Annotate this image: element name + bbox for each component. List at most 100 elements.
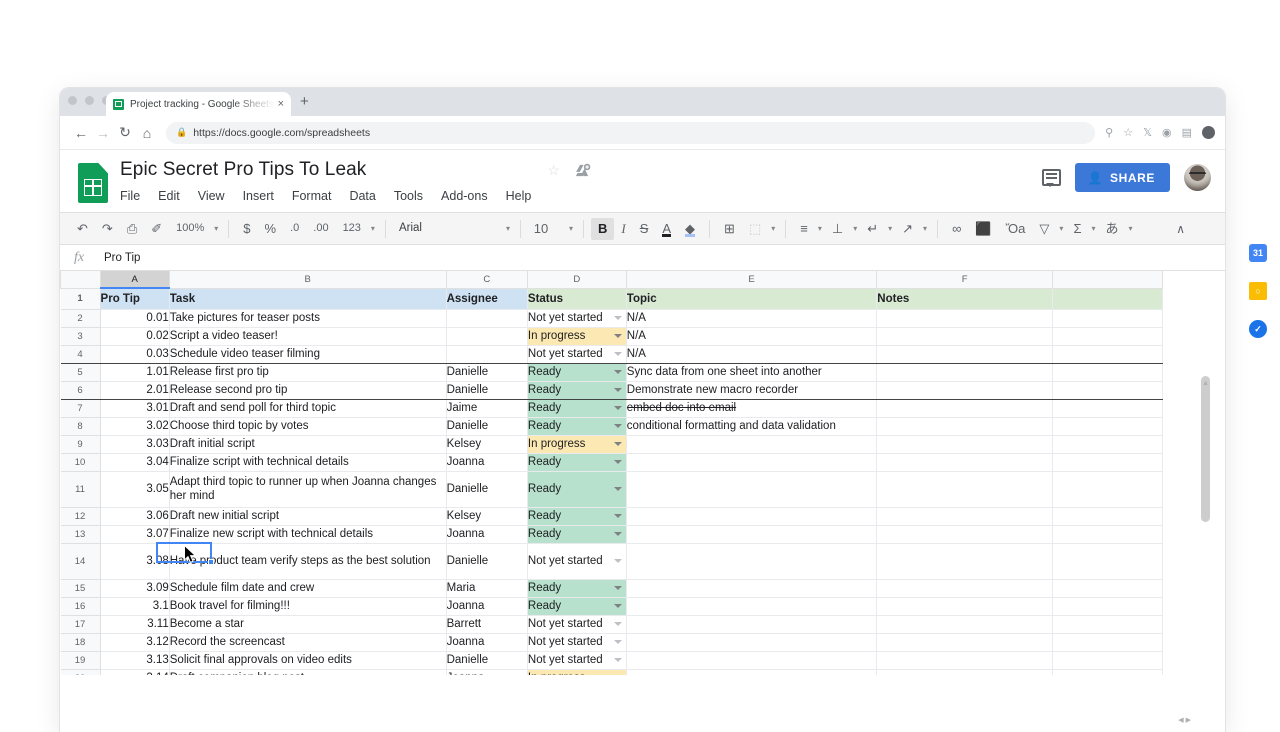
cell-c15[interactable]: Maria: [445, 578, 528, 598]
cell-g7[interactable]: [1052, 398, 1163, 418]
cell-g10[interactable]: [1052, 452, 1163, 472]
row-header[interactable]: 8: [60, 416, 101, 436]
cell-g11[interactable]: [1052, 470, 1163, 508]
table-row[interactable]: 6 2.01 Release second pro tip Danielle Ready…: [60, 380, 1163, 400]
browser-tab[interactable]: Project tracking - Google Sheets ×: [106, 92, 291, 116]
column-header-e[interactable]: E: [625, 271, 878, 289]
cell-f19[interactable]: [876, 650, 1054, 670]
cell-c11[interactable]: Danielle: [445, 470, 528, 508]
column-header-f[interactable]: F: [876, 271, 1054, 289]
cell-c13[interactable]: Joanna: [445, 524, 528, 544]
cell-e14[interactable]: [625, 542, 878, 580]
avatar[interactable]: [1184, 164, 1211, 191]
cell-g1[interactable]: [1052, 287, 1163, 310]
cell-c12[interactable]: Kelsey: [445, 506, 528, 526]
cell-b12[interactable]: Draft new initial script: [168, 506, 447, 526]
cell-e7[interactable]: embed doc into email: [625, 398, 878, 418]
cell-d18[interactable]: Not yet started: [526, 632, 627, 652]
window-controls[interactable]: [68, 96, 111, 105]
cell-e20[interactable]: [625, 668, 878, 675]
spreadsheet-grid[interactable]: A B C D E F 1 Pro Tip Task Assignee Stat…: [60, 271, 1225, 675]
row-header[interactable]: 11: [60, 470, 101, 508]
cell-b5[interactable]: Release first pro tip: [168, 362, 447, 382]
menu-item-tools[interactable]: Tools: [394, 189, 423, 203]
print-icon[interactable]: ⎙: [120, 212, 144, 245]
cell-f16[interactable]: [876, 596, 1054, 616]
horizontal-scroll-arrows[interactable]: ◀▶: [1178, 716, 1193, 724]
cell-f20[interactable]: [876, 668, 1054, 675]
cell-d8[interactable]: Ready: [526, 416, 627, 436]
column-header-g[interactable]: [1052, 271, 1163, 289]
chevron-down-icon[interactable]: [613, 604, 622, 608]
chevron-down-icon[interactable]: [613, 334, 622, 338]
cell-d7[interactable]: Ready: [526, 398, 627, 418]
cell-g5[interactable]: [1052, 362, 1163, 382]
close-window-button[interactable]: [68, 96, 77, 105]
cell-b18[interactable]: Record the screencast: [168, 632, 447, 652]
rotation-chevron-down-icon[interactable]: ▾: [920, 212, 930, 245]
cell-a20[interactable]: 3.14: [99, 668, 170, 675]
cell-e3[interactable]: N/A: [625, 326, 878, 346]
cell-a3[interactable]: 0.02: [99, 326, 170, 346]
cell-d1[interactable]: Status: [526, 287, 627, 310]
cell-f18[interactable]: [876, 632, 1054, 652]
input-tools-button[interactable]: あ: [1099, 212, 1126, 245]
profile-icon[interactable]: [1202, 126, 1215, 139]
table-row[interactable]: 11 3.05 Adapt third topic to runner up whe…: [60, 470, 1163, 508]
row-header[interactable]: 3: [60, 326, 101, 346]
cell-b10[interactable]: Finalize script with technical details: [168, 452, 447, 472]
minimize-window-button[interactable]: [85, 96, 94, 105]
increase-decimal-button[interactable]: .00: [306, 212, 335, 245]
cell-g12[interactable]: [1052, 506, 1163, 526]
table-row[interactable]: 2 0.01 Take pictures for teaser posts Not y…: [60, 308, 1163, 328]
cell-g16[interactable]: [1052, 596, 1163, 616]
table-row[interactable]: 18 3.12 Record the screencast Joanna Not yet…: [60, 632, 1163, 652]
cell-g4[interactable]: [1052, 344, 1163, 364]
address-bar[interactable]: 🔒 https://docs.google.com/spreadsheets: [166, 121, 1096, 144]
keep-icon[interactable]: ○: [1249, 282, 1267, 300]
cell-d19[interactable]: Not yet started: [526, 650, 627, 670]
cell-d2[interactable]: Not yet started: [526, 308, 627, 328]
cell-e11[interactable]: [625, 470, 878, 508]
cell-f12[interactable]: [876, 506, 1054, 526]
font-family-select[interactable]: Arial: [393, 212, 459, 245]
home-icon[interactable]: ⌂: [136, 125, 158, 141]
cell-a6[interactable]: 2.01: [99, 380, 170, 400]
cell-a7[interactable]: 3.01: [99, 398, 170, 418]
table-row[interactable]: 15 3.09 Schedule film date and crew Maria Re…: [60, 578, 1163, 598]
row-header[interactable]: 17: [60, 614, 101, 634]
menu-item-format[interactable]: Format: [292, 189, 332, 203]
cell-g13[interactable]: [1052, 524, 1163, 544]
row-header[interactable]: 18: [60, 632, 101, 652]
chevron-down-icon[interactable]: [613, 370, 622, 374]
cell-c3[interactable]: [445, 326, 528, 346]
table-row[interactable]: 8 3.02 Choose third topic by votes Danielle…: [60, 416, 1163, 436]
cell-c20[interactable]: Joanna: [445, 668, 528, 675]
cell-g6[interactable]: [1052, 380, 1163, 400]
cell-f17[interactable]: [876, 614, 1054, 634]
table-row[interactable]: 7 3.01 Draft and send poll for third topic…: [60, 398, 1163, 418]
cell-a11[interactable]: 3.05: [99, 470, 170, 508]
table-row[interactable]: 3 0.02 Script a video teaser! In progress N/…: [60, 326, 1163, 346]
cell-e16[interactable]: [625, 596, 878, 616]
functions-chevron-down-icon[interactable]: ▾: [1088, 212, 1098, 245]
cell-e19[interactable]: [625, 650, 878, 670]
column-header-a[interactable]: A: [99, 271, 170, 289]
cell-e9[interactable]: [625, 434, 878, 454]
back-icon[interactable]: ←: [70, 125, 92, 141]
column-header-c[interactable]: C: [445, 271, 528, 289]
row-header[interactable]: 12: [60, 506, 101, 526]
cell-d15[interactable]: Ready: [526, 578, 627, 598]
cell-f13[interactable]: [876, 524, 1054, 544]
menu-item-edit[interactable]: Edit: [158, 189, 180, 203]
cell-b2[interactable]: Take pictures for teaser posts: [168, 308, 447, 328]
cell-e12[interactable]: [625, 506, 878, 526]
new-tab-button[interactable]: +: [300, 94, 309, 109]
row-header[interactable]: 6: [60, 380, 101, 400]
cell-c9[interactable]: Kelsey: [445, 434, 528, 454]
table-row[interactable]: 12 3.06 Draft new initial script Kelsey Read…: [60, 506, 1163, 526]
cell-d6[interactable]: Ready: [526, 380, 627, 400]
cell-f9[interactable]: [876, 434, 1054, 454]
formula-input[interactable]: Pro Tip: [104, 252, 140, 264]
cell-e4[interactable]: N/A: [625, 344, 878, 364]
